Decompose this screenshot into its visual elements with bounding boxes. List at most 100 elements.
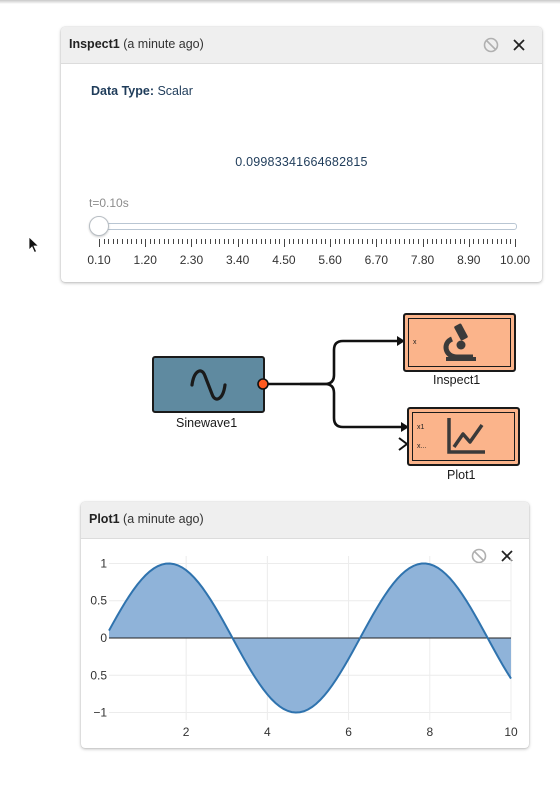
slider-tick (228, 239, 230, 244)
slider-tick (422, 239, 424, 247)
slider-tick (233, 239, 235, 244)
sinewave-output-port[interactable] (256, 377, 270, 391)
data-type-label: Data Type: (91, 84, 154, 98)
slider-tick (367, 239, 369, 244)
slider-tick (473, 239, 475, 244)
slider-tick (246, 239, 248, 244)
plot-panel-title: Plot1 (a minute ago) (89, 512, 204, 526)
slider-tick (357, 239, 359, 244)
slider-tick-label: 3.40 (225, 253, 250, 267)
inspect-panel-header[interactable]: Inspect1 (a minute ago) (61, 27, 542, 64)
slider-tick (404, 239, 406, 244)
slider-tick (450, 239, 452, 244)
slider-tick-label: 10.00 (499, 253, 531, 267)
y-tick-label: 0.5 (90, 668, 107, 682)
slider-tick (108, 239, 110, 244)
plot-panel-name: Plot1 (89, 512, 120, 526)
slider-tick-label: 6.70 (364, 253, 389, 267)
slider-tick (454, 239, 456, 244)
plot-block-label: Plot1 (447, 468, 476, 482)
plot-extra-input-arrow (398, 437, 409, 451)
slider-tick (283, 239, 285, 247)
slider-tick (339, 239, 341, 244)
slider-tick (316, 239, 318, 244)
slider-tick-label: 1.20 (133, 253, 157, 267)
slider-tick (251, 239, 253, 244)
slider-tick (468, 239, 470, 247)
y-tick-label: −1 (93, 706, 107, 720)
slider-tick (311, 239, 313, 244)
inspect-block-label: Inspect1 (433, 373, 481, 387)
slider-tick (256, 239, 258, 244)
slider-tick (260, 239, 262, 244)
slider-tick (122, 239, 124, 244)
slider-tick (288, 239, 290, 244)
slider-tick (131, 239, 133, 244)
slider-tick (168, 239, 170, 244)
slider-tick (214, 239, 216, 244)
disable-icon[interactable] (482, 36, 500, 54)
slider-tick (103, 239, 105, 244)
data-type-value: Scalar (157, 84, 193, 98)
x-tick-label: 6 (345, 725, 352, 739)
slider-tick (196, 239, 198, 244)
microscope-icon (443, 323, 476, 361)
slider-tick (427, 239, 429, 244)
slider-tick (380, 239, 382, 244)
slider-tick (510, 239, 512, 244)
close-icon[interactable] (510, 36, 528, 54)
time-slider-track[interactable] (99, 223, 517, 230)
slider-tick (436, 239, 438, 244)
slider-tick (482, 239, 484, 244)
slider-tick (441, 239, 443, 244)
slider-tick (408, 239, 410, 244)
sinewave-block[interactable] (152, 356, 265, 413)
sine-chart[interactable]: 2 4 6 8 10 1 0.5 0 0.5 −1 (81, 538, 529, 748)
slider-tick (154, 239, 156, 244)
slider-tick (159, 239, 161, 244)
sine-wave-icon (190, 369, 227, 401)
slider-tick (343, 239, 345, 244)
slider-tick (219, 239, 221, 244)
slider-tick (293, 239, 295, 244)
slider-tick (376, 239, 378, 247)
slider-tick (459, 239, 461, 244)
slider-tick (385, 239, 387, 244)
slider-tick (302, 239, 304, 244)
inspect-value: 0.09983341664682815 (235, 155, 368, 169)
x-tick-label: 8 (426, 725, 433, 739)
close-icon[interactable] (498, 511, 516, 562)
slider-tick (325, 239, 327, 244)
slider-tick (135, 239, 137, 244)
slider-tick-label: 8.90 (457, 253, 481, 267)
connection-to-inspect[interactable] (263, 339, 398, 386)
slider-tick-labels: 0.10 1.20 2.30 3.40 4.50 5.60 6.70 7.80 8.90 10.0… (61, 253, 542, 269)
slider-tick (491, 239, 493, 244)
slider-tick (186, 239, 188, 244)
slider-tick (265, 239, 267, 244)
y-tick-label: 0 (100, 631, 107, 645)
slider-tick (464, 239, 466, 244)
inspect-block[interactable]: x (403, 313, 516, 372)
y-tick-label: 0.5 (90, 594, 107, 608)
slider-tick (501, 239, 503, 244)
plot-block[interactable]: x1 x... (407, 407, 520, 466)
line-chart-icon (447, 418, 485, 454)
plot-panel-header[interactable]: Plot1 (a minute ago) (81, 502, 529, 564)
slider-tick (413, 239, 415, 244)
time-slider-thumb[interactable] (89, 216, 109, 236)
disable-icon[interactable] (470, 511, 488, 564)
plot-panel-timestamp: (a minute ago) (123, 512, 204, 526)
slider-tick (307, 239, 308, 244)
connection-to-plot[interactable] (300, 382, 402, 429)
plot-port-label-2: x... (417, 443, 427, 450)
slider-tick (191, 239, 193, 247)
slider-tick-label: 4.50 (272, 253, 296, 267)
slider-tick (209, 239, 211, 244)
slider-tick (399, 239, 401, 244)
data-type-row: Data Type: Scalar (91, 84, 193, 98)
mouse-cursor-icon (28, 236, 40, 259)
slider-ticks (99, 239, 516, 247)
inspect-panel-timestamp: (a minute ago) (123, 37, 204, 51)
inspect-panel-title: Inspect1 (a minute ago) (69, 37, 204, 51)
